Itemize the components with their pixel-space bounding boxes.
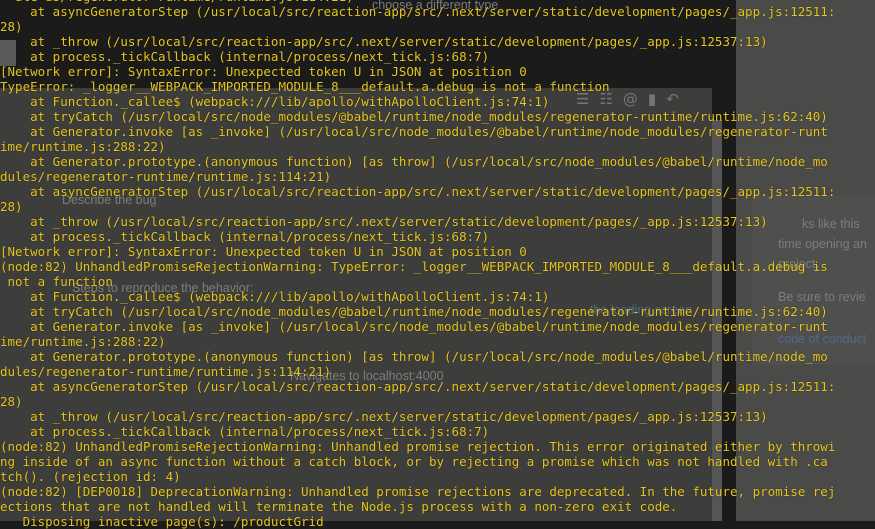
terminal-line: TypeError: _logger__WEBPACK_IMPORTED_MOD… xyxy=(0,79,610,94)
terminal-line: [Network error]: SyntaxError: Unexpected… xyxy=(0,64,527,79)
terminal-line: ime/runtime.js:288:22) xyxy=(0,334,166,349)
terminal-line: at process._tickCallback (internal/proce… xyxy=(0,49,490,64)
terminal-line: 28) xyxy=(0,19,23,34)
terminal-line: at process._tickCallback (internal/proce… xyxy=(0,424,490,439)
terminal-line: at Function._callee$ (webpack:///lib/apo… xyxy=(0,289,550,304)
terminal-line: at asyncGeneratorStep (/usr/local/src/re… xyxy=(0,379,836,394)
terminal-line: at _throw (/usr/local/src/reaction-app/s… xyxy=(0,214,768,229)
terminal-line: (node:82) UnhandledPromiseRejectionWarni… xyxy=(0,259,828,274)
terminal-output: ate as/regenerator-runtime/runtime.js:11… xyxy=(0,0,875,529)
terminal-line: ections that are not handled will termin… xyxy=(0,499,678,514)
terminal-line: dules/regenerator-runtime/runtime.js:114… xyxy=(0,364,332,379)
terminal-line: [Network error]: SyntaxError: Unexpected… xyxy=(0,244,527,259)
terminal-line: at _throw (/usr/local/src/reaction-app/s… xyxy=(0,34,768,49)
terminal-line: at asyncGeneratorStep (/usr/local/src/re… xyxy=(0,4,836,19)
terminal-line: at tryCatch (/usr/local/src/node_modules… xyxy=(0,304,828,319)
terminal-line: dules/regenerator-runtime/runtime.js:114… xyxy=(0,169,332,184)
terminal-line: (node:82) UnhandledPromiseRejectionWarni… xyxy=(0,439,836,454)
terminal-line: 28) xyxy=(0,199,23,214)
terminal-line: at Generator.prototype.(anonymous functi… xyxy=(0,349,828,364)
terminal-line: at Function._callee$ (webpack:///lib/apo… xyxy=(0,94,550,109)
terminal-line: Disposing inactive page(s): /productGrid xyxy=(0,514,324,529)
terminal-line: at _throw (/usr/local/src/reaction-app/s… xyxy=(0,409,768,424)
terminal-line: ng inside of an async function without a… xyxy=(0,454,828,469)
terminal-line: at tryCatch (/usr/local/src/node_modules… xyxy=(0,109,828,124)
terminal-line: at Generator.invoke [as _invoke] (/usr/l… xyxy=(0,319,828,334)
terminal-line: 28) xyxy=(0,394,23,409)
terminal-line: (node:82) [DEP0018] DeprecationWarning: … xyxy=(0,484,836,499)
terminal-line: ime/runtime.js:288:22) xyxy=(0,139,166,154)
terminal-line: at Generator.invoke [as _invoke] (/usr/l… xyxy=(0,124,828,139)
terminal-line: not a function xyxy=(0,274,113,289)
terminal-line: at asyncGeneratorStep (/usr/local/src/re… xyxy=(0,184,836,199)
terminal-line: tch(). (rejection id: 4) xyxy=(0,469,181,484)
terminal-line: at Generator.prototype.(anonymous functi… xyxy=(0,154,828,169)
terminal-line: at process._tickCallback (internal/proce… xyxy=(0,229,490,244)
